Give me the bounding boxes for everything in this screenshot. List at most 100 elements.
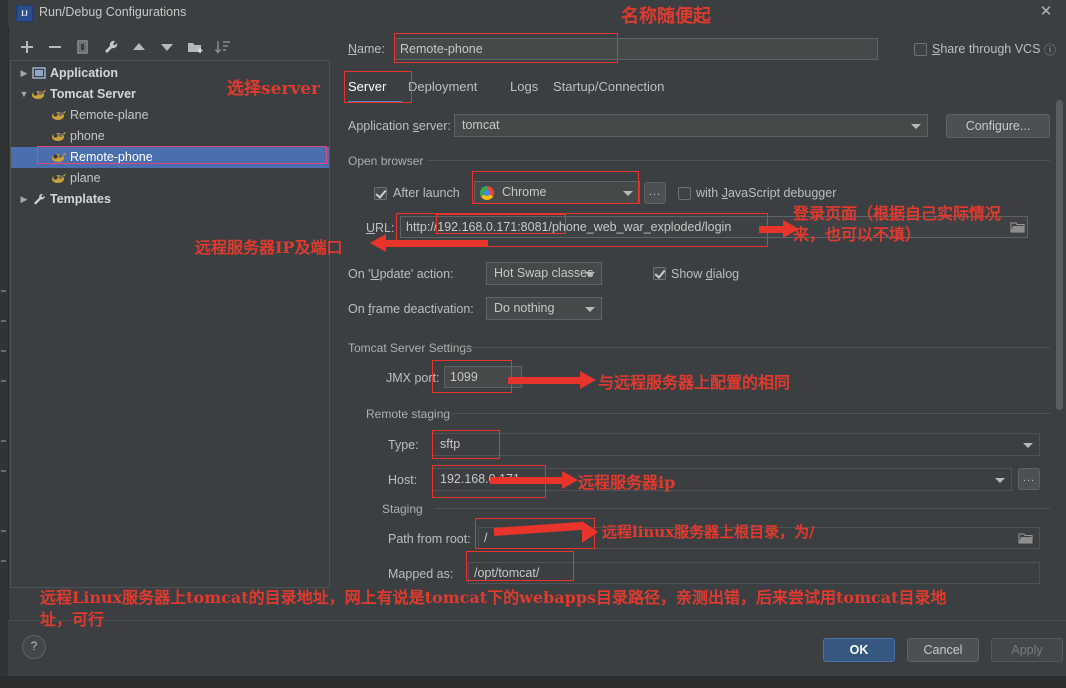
tree-item-remote-phone[interactable]: Remote-phone	[11, 147, 329, 168]
url-label: URL:	[366, 221, 395, 235]
open-browser-group-label: Open browser	[348, 154, 424, 168]
question-mark-icon[interactable]: ?	[22, 635, 46, 659]
host-more-button[interactable]: ...	[1018, 468, 1040, 490]
window-title: Run/Debug Configurations	[39, 5, 187, 19]
dialog-footer: ? OK Cancel Apply	[8, 620, 1066, 677]
after-launch-checkbox[interactable]	[374, 187, 387, 200]
apply-button[interactable]: Apply	[991, 638, 1063, 662]
tree-item-remote-plane[interactable]: Remote-plane	[11, 105, 329, 126]
host-label: Host:	[388, 473, 418, 487]
on-frame-deactivation-combo[interactable]: Do nothing	[486, 297, 602, 320]
chevron-down-icon[interactable]: ▼	[17, 84, 31, 105]
move-down-button[interactable]	[156, 36, 178, 58]
copy-configuration-button[interactable]	[72, 36, 94, 58]
tree-item-templates[interactable]: ▶ Templates	[11, 189, 329, 210]
create-folder-button[interactable]	[184, 36, 206, 58]
remote-staging-group-label: Remote staging	[366, 407, 451, 421]
type-combo[interactable]: sftp	[432, 433, 1040, 456]
application-icon	[31, 66, 47, 80]
question-circle-icon[interactable]: ⓘ	[1044, 41, 1056, 58]
name-label: Name:	[348, 42, 385, 56]
tomcat-icon	[51, 108, 67, 122]
ok-button[interactable]: OK	[823, 638, 895, 662]
chevron-down-icon	[911, 124, 921, 129]
annotation-jmx-same: 与远程服务器上配置的相同	[598, 373, 791, 392]
annotation-login-page-line2: 来，也可以不填）	[793, 225, 922, 244]
move-up-button[interactable]	[128, 36, 150, 58]
tree-item-plane[interactable]: plane	[11, 168, 329, 189]
tree-item-label: Tomcat Server	[50, 87, 136, 102]
folder-open-icon[interactable]	[1018, 531, 1034, 545]
on-update-action-value: Hot Swap classes	[494, 266, 594, 280]
chrome-icon	[480, 186, 494, 200]
configurations-toolbar	[10, 36, 328, 60]
close-icon[interactable]: ✕	[1038, 4, 1054, 20]
configurations-tree[interactable]: ▶ Application ▼ Tomcat Server Remote-plane ph…	[10, 60, 330, 588]
tree-item-label: Remote-plane	[70, 108, 149, 123]
annotation-tomcat-dir-line1: 远程Linux服务器上tomcat的目录地址，网上有说是tomcat下的weba…	[40, 588, 947, 607]
tomcat-icon	[51, 171, 67, 185]
type-label: Type:	[388, 438, 419, 452]
js-debugger-label: with JavaScript debugger	[696, 186, 837, 200]
share-through-vcs-checkbox[interactable]	[914, 43, 927, 56]
after-launch-label: After launch	[393, 186, 460, 200]
application-server-value: tomcat	[462, 118, 500, 132]
application-server-label: Application server:	[348, 119, 451, 133]
configure-button[interactable]: Configure...	[946, 114, 1050, 138]
run-debug-configurations-dialog: IJ Run/Debug Configurations ✕ ▶ Applicat…	[0, 0, 1066, 688]
show-dialog-label: Show dialog	[671, 267, 740, 281]
wrench-icon	[31, 192, 47, 206]
annotation-name-any: 名称随便起	[621, 6, 711, 27]
tab-server[interactable]: Server	[348, 74, 386, 100]
sort-configurations-button[interactable]	[212, 36, 234, 58]
chevron-down-icon	[585, 272, 595, 277]
tomcat-icon	[51, 150, 67, 164]
window-bottom-strip	[0, 676, 1066, 688]
chevron-down-icon	[585, 307, 595, 312]
mapped-as-input[interactable]: /opt/tomcat/	[468, 562, 1040, 584]
chevron-down-icon	[995, 478, 1005, 483]
tab-deployment[interactable]: Deployment	[408, 74, 477, 100]
tomcat-icon	[51, 129, 67, 143]
tree-item-phone[interactable]: phone	[11, 126, 329, 147]
mapped-as-label: Mapped as:	[388, 567, 454, 581]
on-frame-deactivation-label: On frame deactivation:	[348, 302, 474, 316]
name-input[interactable]: Remote-phone	[394, 38, 878, 60]
path-from-root-label: Path from root:	[388, 532, 471, 546]
on-update-action-combo[interactable]: Hot Swap classes	[486, 262, 602, 285]
application-server-combo[interactable]: tomcat	[454, 114, 928, 137]
browser-combo[interactable]: Chrome	[474, 181, 640, 204]
wrench-icon[interactable]	[100, 36, 122, 58]
browser-more-button[interactable]: ...	[644, 182, 666, 204]
annotation-linux-root: 远程linux服务器上根目录，为/	[602, 523, 815, 541]
tree-item-label: Remote-phone	[70, 150, 153, 165]
tab-logs[interactable]: Logs	[510, 74, 538, 100]
annotation-remote-server-ip: 远程服务器ip	[578, 473, 676, 492]
show-dialog-checkbox[interactable]	[653, 267, 666, 280]
js-debugger-checkbox[interactable]	[678, 187, 691, 200]
jmx-port-label: JMX port:	[386, 371, 440, 385]
add-configuration-button[interactable]	[16, 36, 38, 58]
background-window-edge	[0, 0, 9, 688]
annotation-remote-ip-port: 远程服务器IP及端口	[195, 238, 343, 257]
intellij-idea-icon: IJ	[16, 5, 33, 22]
tree-item-label: phone	[70, 129, 105, 144]
scrollbar-thumb[interactable]	[1056, 100, 1063, 410]
tomcat-icon	[31, 87, 47, 101]
title-bar: IJ Run/Debug Configurations ✕	[8, 0, 1066, 26]
share-through-vcs-label: Share through VCS	[932, 42, 1041, 56]
type-value: sftp	[440, 437, 461, 451]
form-scrollbar[interactable]	[1055, 100, 1064, 620]
tab-startup-connection[interactable]: Startup/Connection	[553, 74, 664, 100]
remove-configuration-button[interactable]	[44, 36, 66, 58]
tomcat-settings-group-label: Tomcat Server Settings	[348, 341, 473, 355]
browser-value: Chrome	[502, 185, 547, 199]
cancel-button[interactable]: Cancel	[907, 638, 979, 662]
on-update-action-label: On 'Update' action:	[348, 267, 454, 281]
on-frame-deactivation-value: Do nothing	[494, 301, 555, 315]
chevron-right-icon[interactable]: ▶	[17, 189, 31, 210]
folder-open-icon[interactable]	[1010, 220, 1026, 234]
chevron-right-icon[interactable]: ▶	[17, 63, 31, 84]
tree-item-label: Application	[50, 66, 119, 81]
chevron-down-icon	[623, 191, 633, 196]
